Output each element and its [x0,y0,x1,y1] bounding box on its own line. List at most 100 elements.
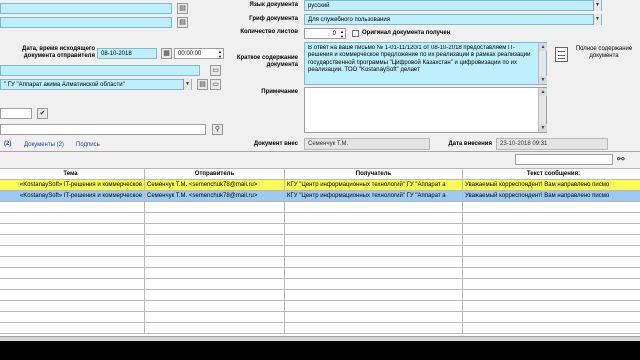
summary-label: Краткое содержание документа [236,55,298,68]
grid-header: Тема Отправитель Получатель Текст сообще… [0,168,640,180]
column-header-subject[interactable]: Тема [0,168,145,180]
full-content-button[interactable]: Полное содержание документа [574,46,634,60]
table-cell: Уважаемый корреспондент! Вам направлено … [462,179,640,191]
sender-field[interactable] [0,65,200,76]
empty-row [0,322,640,334]
search-field[interactable] [0,124,206,135]
table-cell: «KostanaySoft» IT-решения и коммерческое [0,179,145,191]
empty-cell [284,267,463,279]
time-field[interactable]: 00:00:00 ▲ ▼ [174,48,224,59]
table-cell: «KostanaySoft» IT-решения и коммерческое [0,190,145,202]
column-header-recipient[interactable]: Получатель [284,168,463,180]
table-cell: Уважаемый корреспондент! Вам направлено … [462,190,640,202]
empty-cell [0,300,145,312]
empty-cell [144,300,285,312]
empty-cell [284,322,463,334]
empty-cell [0,267,145,279]
empty-cell [462,212,640,224]
empty-cell [284,289,463,301]
column-header-sender[interactable]: Отправитель [144,168,285,180]
top-field-1[interactable] [0,3,172,14]
horizontal-scrollbar[interactable] [0,336,640,341]
spin-icon[interactable]: ▲ ▼ [218,49,222,59]
sheets-field[interactable]: 0 ▲ ▼ [304,28,346,39]
sheets-label: Количество листов [240,29,298,35]
document-card-window: ▤ ▤ Дата, время исходящего документа отп… [0,0,640,341]
tab-documents[interactable]: Документы (2) [24,139,64,151]
empty-cell [284,256,463,268]
scroll-up-icon[interactable]: ▲ [539,88,547,96]
entry-date-label: Дата внесения [448,141,492,147]
chevron-down-icon[interactable]: ▼ [593,14,601,25]
table-cell: Семенчук Т.М. <semenchuk78@mail.ru> [144,179,285,191]
empty-cell [462,245,640,257]
empty-cell [144,267,285,279]
check-icon[interactable]: ✔ [37,108,48,119]
empty-cell [0,278,145,290]
empty-cell [144,212,285,224]
open-card-icon[interactable]: ▤ [177,17,188,28]
top-field-2[interactable] [0,17,172,28]
empty-cell [462,300,640,312]
empty-row [0,245,640,257]
table-cell: Семенчук Т.М. <semenchuk78@mail.ru> [144,190,285,202]
empty-cell [284,245,463,257]
stamp-field[interactable]: Для служебного пользования ▼ [304,14,602,25]
chevron-down-icon[interactable]: ▼ [593,0,601,11]
open-card-icon[interactable]: ▤ [177,3,188,14]
table-row[interactable]: «KostanaySoft» IT-решения и коммерческое… [0,179,640,191]
note-label: Примечание [261,89,298,95]
scroll-down-icon[interactable]: ▼ [539,76,547,84]
original-checkbox[interactable] [352,30,359,37]
grid-search-input[interactable] [515,154,613,165]
open-card-icon[interactable]: ▤ [197,79,208,90]
entry-date-field: 23-10-2018 09:31 [496,138,608,150]
column-header-message[interactable]: Текст сообщения: [462,168,640,180]
tabs-divider [0,151,640,152]
summary-textarea[interactable]: В ответ на ваше письмо № 1-01-11/120/1 о… [304,42,547,85]
note-textarea[interactable]: ▲ ▼ [304,87,547,133]
empty-row [0,278,640,290]
sender-org-field[interactable]: " ГУ "Аппарат акима Алматинской области"… [0,79,192,90]
recipient-field[interactable] [0,108,32,119]
calendar-icon[interactable]: ▦ [161,48,172,59]
author-label: Документ внес [253,141,298,147]
original-label: Оригинал документа получен [362,30,451,36]
empty-cell [462,289,640,301]
empty-cell [144,256,285,268]
empty-cell [462,311,640,323]
empty-row [0,212,640,224]
tab-signature[interactable]: Подпись [76,139,100,151]
summary-scrollbar[interactable]: ▲ ▼ [538,43,547,84]
spin-icon[interactable]: ▲ ▼ [340,29,344,39]
empty-cell [284,201,463,213]
scroll-down-icon[interactable]: ▼ [539,124,547,132]
empty-cell [144,223,285,235]
binoculars-icon[interactable]: ⚯ [617,154,625,165]
language-field[interactable]: русский ▼ [304,0,602,11]
scroll-up-icon[interactable]: ▲ [539,43,547,51]
empty-cell [144,245,285,257]
date-label: Дата, время исходящего документа отправи… [22,46,95,59]
author-field: Семенчук Т.М. [304,138,430,150]
messages-grid: Тема Отправитель Получатель Текст сообще… [0,168,640,341]
empty-row [0,256,640,268]
empty-cell [144,201,285,213]
note-scrollbar[interactable]: ▲ ▼ [538,88,547,132]
document-icon[interactable] [555,47,568,62]
folder-icon[interactable]: ▭ [210,79,221,90]
date-field[interactable]: 08-10-2018 [97,48,157,59]
empty-cell [462,322,640,334]
chevron-down-icon[interactable]: ▼ [183,79,191,90]
empty-cell [0,311,145,323]
empty-cell [284,223,463,235]
stamp-label: Гриф документа [249,16,298,22]
empty-cell [462,278,640,290]
empty-cell [462,256,640,268]
table-cell: КГУ "Центр информационных технологий" ГУ… [284,190,463,202]
empty-cell [284,311,463,323]
table-row[interactable]: «KostanaySoft» IT-решения и коммерческое… [0,190,640,202]
tab-attachments[interactable]: (2) [4,138,11,150]
search-icon[interactable]: ⚲ [212,124,223,135]
folder-icon[interactable]: ▭ [210,65,221,76]
